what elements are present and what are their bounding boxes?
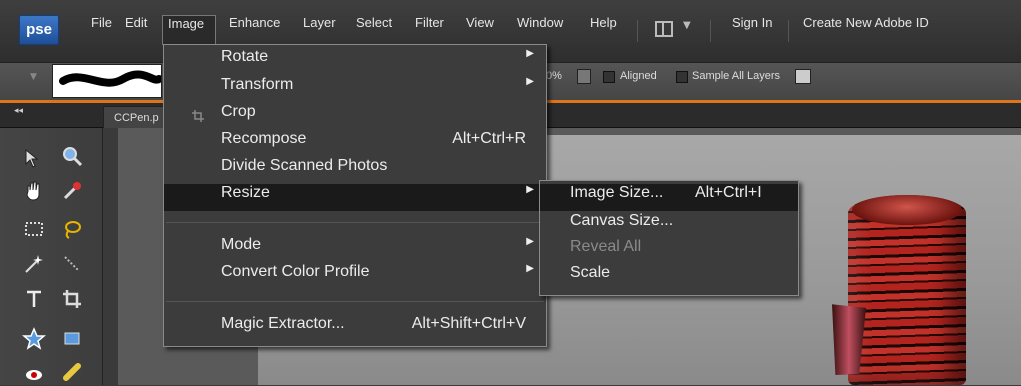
- sign-in-link[interactable]: Sign In: [727, 15, 777, 45]
- menu-separator: [166, 222, 544, 223]
- menu-item-label: Divide Scanned Photos: [221, 157, 388, 174]
- aligned-checkbox[interactable]: [603, 71, 615, 83]
- menu-layer[interactable]: Layer: [298, 15, 341, 45]
- brush-preview[interactable]: [52, 64, 163, 98]
- menu-divider: [710, 20, 711, 42]
- menu-divider: [788, 20, 789, 42]
- menu-item-shortcut: Alt+Shift+Ctrl+V: [411, 315, 526, 332]
- opacity-dropdown[interactable]: [577, 69, 591, 84]
- menu-item-label: Scale: [570, 264, 611, 281]
- crop-tool-icon[interactable]: [58, 285, 86, 313]
- menu-divider: [637, 20, 638, 42]
- menu-item-label: Magic Extractor...: [221, 315, 345, 332]
- menu-item-label: Mode: [221, 236, 262, 253]
- menu-item-label: Convert Color Profile: [221, 263, 370, 280]
- resize-submenu: Image Size... Alt+Ctrl+I Canvas Size... …: [539, 180, 799, 296]
- toolbox: [0, 128, 103, 385]
- menu-item-shortcut: Alt+Ctrl+I: [695, 184, 762, 201]
- menu-item-label: Recompose: [221, 130, 307, 147]
- sample-all-layers-label: Sample All Layers: [692, 70, 781, 82]
- menu-filter[interactable]: Filter: [410, 15, 449, 45]
- submenu-arrow-icon: ▶: [526, 48, 534, 59]
- menu-item-reveal-all: Reveal All: [540, 238, 798, 265]
- menu-item-label: Rotate: [221, 48, 269, 65]
- menu-item-canvas-size[interactable]: Canvas Size...: [540, 212, 798, 239]
- menu-item-shortcut: Alt+Ctrl+R: [452, 130, 526, 147]
- menu-item-crop[interactable]: Crop: [164, 103, 546, 130]
- menu-item-label: Crop: [221, 103, 256, 120]
- submenu-arrow-icon: ▶: [526, 263, 534, 274]
- menu-item-label: Canvas Size...: [570, 212, 674, 229]
- menu-window[interactable]: Window: [512, 15, 568, 45]
- brush-stroke-icon: [59, 70, 163, 87]
- zoom-tool-icon[interactable]: [58, 142, 86, 170]
- menu-item-label: Reveal All: [570, 238, 642, 255]
- create-adobe-id-link[interactable]: Create New Adobe ID: [798, 15, 934, 45]
- menu-file[interactable]: File: [86, 15, 117, 45]
- lasso-tool-icon[interactable]: [58, 215, 86, 243]
- marquee-tool-icon[interactable]: [20, 215, 48, 243]
- app-logo: pse: [19, 15, 59, 45]
- menu-item-label: Resize: [221, 184, 270, 201]
- menu-image[interactable]: Image: [162, 15, 216, 45]
- menu-item-scale[interactable]: Scale: [540, 264, 798, 291]
- menu-view[interactable]: View: [461, 15, 499, 45]
- eyedropper-icon[interactable]: [58, 177, 86, 205]
- brush-picker-caret-icon[interactable]: ▼: [30, 72, 37, 82]
- submenu-arrow-icon: ▶: [526, 184, 534, 195]
- menu-edit[interactable]: Edit: [120, 15, 152, 45]
- spot-healing-icon[interactable]: [58, 358, 86, 386]
- menu-help[interactable]: Help: [585, 15, 622, 45]
- menu-item-label: Transform: [221, 76, 294, 93]
- submenu-arrow-icon: ▶: [526, 76, 534, 87]
- menu-enhance[interactable]: Enhance: [224, 15, 285, 45]
- crop-icon: [192, 110, 204, 122]
- menu-item-label: Image Size...: [570, 184, 664, 201]
- sample-all-layers-checkbox[interactable]: [676, 71, 688, 83]
- image-menu-dropdown: Rotate ▶ Transform ▶ Crop Recompose Alt+…: [163, 44, 547, 347]
- menu-item-convert-color-profile[interactable]: Convert Color Profile ▶: [164, 263, 546, 290]
- menu-item-magic-extractor[interactable]: Magic Extractor... Alt+Shift+Ctrl+V: [164, 315, 546, 342]
- menu-select[interactable]: Select: [351, 15, 397, 45]
- aligned-label: Aligned: [620, 70, 657, 82]
- hand-tool-icon[interactable]: [20, 177, 48, 205]
- straighten-tool-icon[interactable]: [58, 325, 86, 353]
- menu-item-transform[interactable]: Transform ▶: [164, 76, 546, 103]
- menu-item-divide-scanned-photos[interactable]: Divide Scanned Photos: [164, 157, 546, 184]
- menu-item-resize[interactable]: Resize ▶: [164, 184, 546, 211]
- menu-item-rotate[interactable]: Rotate ▶: [164, 48, 546, 75]
- pen-object-cap: [852, 195, 962, 225]
- layers-icon[interactable]: [795, 69, 811, 84]
- layout-icon[interactable]: [655, 21, 673, 37]
- submenu-arrow-icon: ▶: [526, 236, 534, 247]
- quick-selection-icon[interactable]: [58, 250, 86, 278]
- magic-wand-icon[interactable]: [20, 250, 48, 278]
- collapse-icon[interactable]: ◂◂: [14, 106, 23, 116]
- chevron-down-icon[interactable]: ▼: [683, 20, 691, 31]
- red-eye-tool-icon[interactable]: [20, 358, 48, 386]
- menu-item-image-size[interactable]: Image Size... Alt+Ctrl+I: [540, 184, 798, 211]
- type-tool-icon[interactable]: [20, 285, 48, 313]
- menu-separator: [166, 301, 544, 302]
- menu-item-recompose[interactable]: Recompose Alt+Ctrl+R: [164, 130, 546, 157]
- menu-item-mode[interactable]: Mode ▶: [164, 236, 546, 263]
- cookie-cutter-icon[interactable]: [20, 325, 48, 353]
- move-tool-icon[interactable]: [20, 145, 48, 173]
- opacity-value: 0%: [546, 70, 562, 82]
